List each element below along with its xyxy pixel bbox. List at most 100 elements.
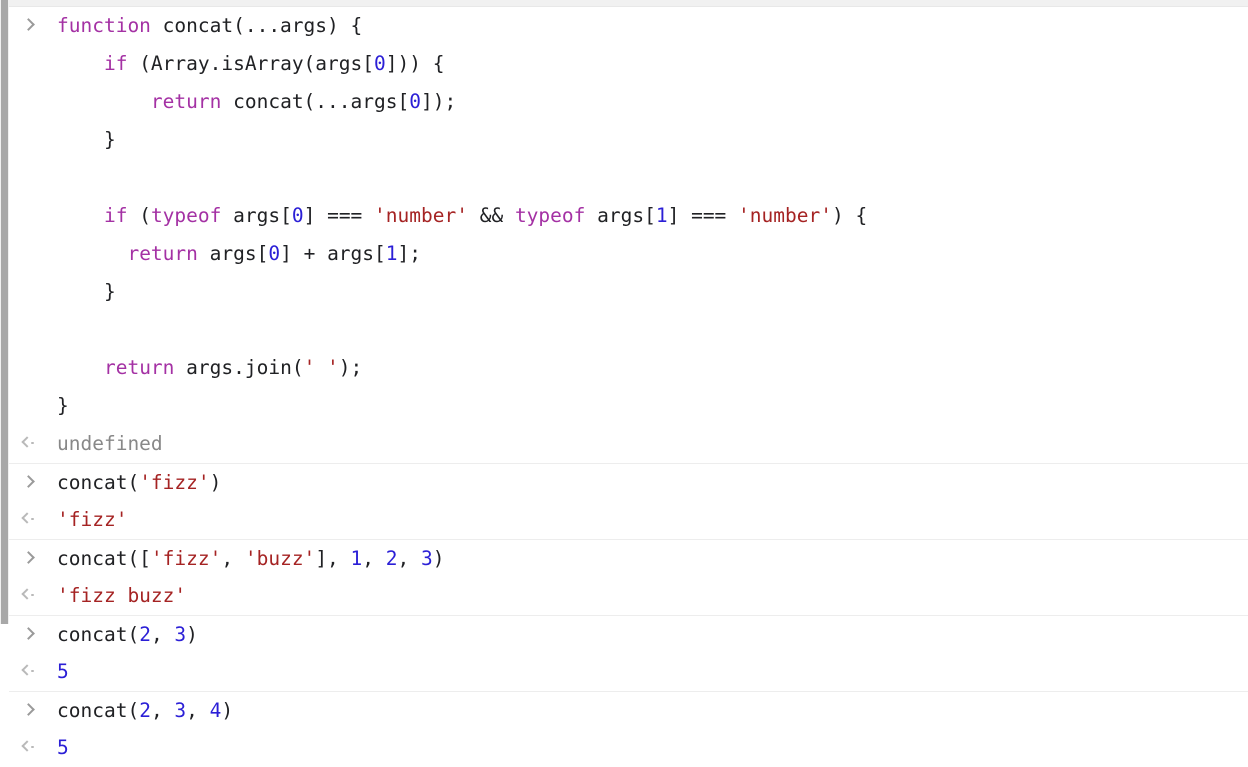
code-token: concat(...args) {: [150, 14, 363, 37]
console-input-row[interactable]: concat(2, 3): [9, 615, 1248, 653]
code-token: if: [103, 52, 128, 75]
left-scrollbar-track[interactable]: [0, 0, 9, 624]
code-token: ' ': [303, 356, 339, 379]
console-input-row[interactable]: concat(['fizz', 'buzz'], 1, 2, 3): [9, 539, 1248, 577]
code-token: ];: [397, 242, 422, 265]
code-token: if: [103, 204, 128, 227]
code-token: args[: [585, 204, 656, 227]
code-token: concat(: [57, 699, 140, 722]
code-token: 3: [174, 699, 187, 722]
console-input-row[interactable]: concat(2, 3, 4): [9, 691, 1248, 729]
code-token: ,: [221, 547, 245, 570]
code-token: ,: [397, 547, 422, 570]
input-marker: [21, 464, 47, 502]
code-token: 3: [174, 623, 187, 646]
code-token: 'number': [374, 204, 468, 227]
console-message-list: function concat(...args) { if (Array.isA…: [9, 7, 1248, 767]
code-token: ])) {: [385, 52, 445, 75]
code-token: 5: [57, 736, 69, 759]
output-marker: [21, 653, 47, 691]
code-token: 1: [655, 204, 668, 227]
chevron-right-icon: [21, 702, 37, 718]
chevron-left-dot-icon: [21, 663, 37, 679]
code-token: 1: [385, 242, 398, 265]
chevron-left-dot-icon: [21, 435, 37, 451]
output-marker: [21, 425, 47, 463]
code-token: concat([: [57, 547, 151, 570]
console-output-row[interactable]: 'fizz buzz': [9, 577, 1248, 615]
code-token: 0: [268, 242, 281, 265]
code-token: ] ===: [303, 204, 375, 227]
code-token: ): [221, 699, 234, 722]
chevron-left-dot-icon: [21, 739, 37, 755]
code-token: ): [432, 547, 445, 570]
console-result: 5: [57, 653, 1248, 691]
input-marker: [21, 692, 47, 730]
code-token: undefined: [57, 432, 163, 455]
code-token: 2: [385, 547, 398, 570]
code-token: 5: [57, 660, 69, 683]
chevron-left-dot-icon: [21, 511, 37, 527]
code-token: 'fizz': [57, 508, 128, 531]
input-marker: [21, 616, 47, 654]
code-token: typeof: [150, 204, 222, 227]
code-token: 0: [374, 52, 386, 75]
console-result: 'fizz': [57, 501, 1248, 539]
code-token: ] ===: [667, 204, 739, 227]
code-token: return: [127, 242, 198, 265]
console-output-row[interactable]: 5: [9, 653, 1248, 691]
console-expression: concat(['fizz', 'buzz'], 1, 2, 3): [57, 540, 1248, 578]
code-token: ],: [315, 547, 351, 570]
code-token: }: [57, 280, 116, 303]
code-token: 2: [139, 699, 151, 722]
console-output-row[interactable]: undefined: [9, 425, 1248, 463]
console-output-row[interactable]: 'fizz': [9, 501, 1248, 539]
console-expression: function concat(...args) { if (Array.isA…: [57, 7, 1248, 425]
input-marker: [21, 7, 47, 45]
code-token: &&: [467, 204, 515, 227]
code-token: concat(: [57, 623, 140, 646]
console-expression: concat(2, 3): [57, 616, 1248, 654]
console-expression: concat('fizz'): [57, 464, 1248, 502]
code-token: (: [127, 204, 151, 227]
console-output-row[interactable]: 5: [9, 729, 1248, 767]
console-result: undefined: [57, 425, 1248, 463]
code-token: 3: [421, 547, 433, 570]
code-token: 4: [209, 699, 222, 722]
code-token: 'fizz': [150, 547, 222, 570]
code-token: args[: [197, 242, 269, 265]
code-token: concat(...args[: [221, 90, 410, 113]
input-marker: [21, 540, 47, 578]
code-token: }: [57, 394, 69, 417]
code-token: 0: [291, 204, 304, 227]
code-token: typeof: [514, 204, 586, 227]
chevron-right-icon: [21, 626, 37, 642]
code-token: 0: [409, 90, 421, 113]
chevron-right-icon: [21, 17, 37, 33]
code-token: ): [209, 471, 222, 494]
console-input-row[interactable]: function concat(...args) { if (Array.isA…: [9, 7, 1248, 425]
code-token: 'buzz': [244, 547, 316, 570]
code-token: ,: [362, 547, 386, 570]
code-token: ) {: [831, 204, 868, 227]
left-scrollbar-thumb[interactable]: [1, 0, 8, 624]
code-token: );: [338, 356, 363, 379]
console-expression: concat(2, 3, 4): [57, 692, 1248, 730]
code-token: 'number': [738, 204, 832, 227]
console-result: 'fizz buzz': [57, 577, 1248, 615]
output-marker: [21, 729, 47, 767]
code-token: 2: [139, 623, 151, 646]
output-marker: [21, 577, 47, 615]
console-panel: function concat(...args) { if (Array.isA…: [0, 0, 1248, 767]
code-token: ] + args[: [280, 242, 386, 265]
output-marker: [21, 501, 47, 539]
code-token: ): [186, 623, 198, 646]
console-input-row[interactable]: concat('fizz'): [9, 463, 1248, 501]
code-token: ,: [150, 623, 175, 646]
code-token: ,: [150, 699, 175, 722]
code-token: ,: [186, 699, 210, 722]
